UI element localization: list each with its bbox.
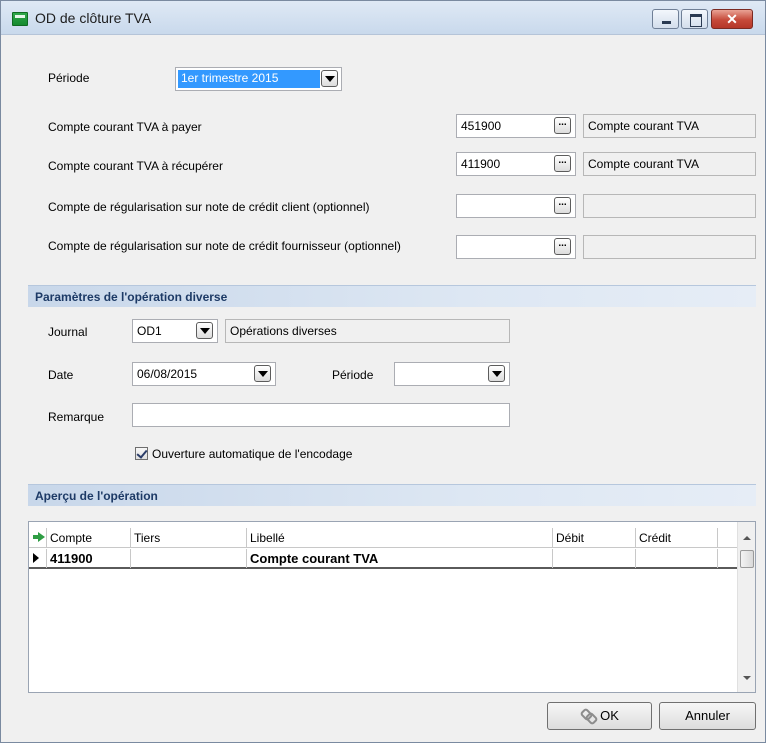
periode-od-label: Période	[332, 368, 374, 382]
regul-fournisseur-label: Compte de régularisation sur note de cré…	[48, 239, 401, 253]
grid-header-indicator	[29, 528, 47, 548]
window-title: OD de clôture TVA	[35, 10, 152, 26]
title-bar[interactable]: OD de clôture TVA ✕	[1, 1, 765, 35]
link-icon	[580, 709, 596, 721]
chevron-down-icon[interactable]	[196, 322, 213, 339]
tva-recuperer-desc-text: Compte courant TVA	[588, 157, 699, 171]
tva-payer-desc-text: Compte courant TVA	[588, 119, 699, 133]
periode-select[interactable]: 1er trimestre 2015	[175, 67, 342, 91]
maximize-button[interactable]	[681, 9, 708, 29]
regul-fournisseur-desc	[583, 235, 756, 259]
cell-compte[interactable]: 411900	[47, 549, 131, 568]
auto-open-checkbox[interactable]	[135, 447, 148, 460]
regul-client-desc	[583, 194, 756, 218]
close-button[interactable]: ✕	[711, 9, 753, 29]
vertical-scrollbar[interactable]	[737, 522, 755, 692]
tva-payer-browse-button[interactable]: ...	[554, 117, 571, 134]
section-parametres: Paramètres de l'opération diverse	[28, 285, 756, 307]
periode-od-select[interactable]	[394, 362, 510, 386]
ok-button[interactable]: OK	[547, 702, 652, 730]
regul-client-browse-button[interactable]: ...	[554, 197, 571, 214]
cell-tiers[interactable]	[131, 549, 247, 568]
tva-recuperer-value: 411900	[461, 157, 501, 171]
date-value: 06/08/2015	[137, 367, 198, 381]
journal-select[interactable]: OD1	[132, 319, 218, 343]
periode-select-value: 1er trimestre 2015	[178, 70, 320, 88]
scroll-down-icon[interactable]	[743, 676, 751, 680]
tva-recuperer-browse-button[interactable]: ...	[554, 155, 571, 172]
cancel-button-label: Annuler	[685, 708, 730, 723]
journal-label: Journal	[48, 325, 88, 339]
preview-grid[interactable]: Compte Tiers Libellé Débit Crédit 411900…	[28, 521, 756, 693]
remarque-label: Remarque	[48, 410, 105, 424]
cell-debit[interactable]	[553, 549, 636, 568]
chevron-down-icon[interactable]	[321, 70, 338, 87]
col-libelle[interactable]: Libellé	[247, 528, 553, 548]
regul-fournisseur-browse-button[interactable]: ...	[554, 238, 571, 255]
col-credit[interactable]: Crédit	[636, 528, 718, 548]
auto-open-label: Ouverture automatique de l'encodage	[152, 447, 353, 461]
scroll-up-icon[interactable]	[743, 536, 751, 540]
col-debit[interactable]: Débit	[553, 528, 636, 548]
journal-desc: Opérations diverses	[225, 319, 510, 343]
date-picker[interactable]: 06/08/2015	[132, 362, 276, 386]
cell-credit[interactable]	[636, 549, 718, 568]
journal-desc-text: Opérations diverses	[230, 324, 337, 338]
app-icon	[12, 12, 28, 26]
row-indicator	[29, 549, 47, 568]
cell-libelle[interactable]: Compte courant TVA	[247, 549, 553, 568]
journal-select-value: OD1	[137, 324, 162, 338]
caret-right-icon	[33, 553, 39, 563]
dialog-window: OD de clôture TVA ✕ Période 1er trimestr…	[0, 0, 766, 743]
close-icon: ✕	[726, 11, 738, 27]
tva-payer-label: Compte courant TVA à payer	[48, 120, 202, 134]
tva-recuperer-desc: Compte courant TVA	[583, 152, 756, 176]
periode-label: Période	[48, 71, 90, 85]
grid-header: Compte Tiers Libellé Débit Crédit	[29, 528, 737, 548]
tva-payer-value: 451900	[461, 119, 502, 133]
minimize-button[interactable]	[652, 9, 679, 29]
tva-payer-desc: Compte courant TVA	[583, 114, 756, 138]
chevron-down-icon[interactable]	[254, 365, 271, 382]
ok-button-label: OK	[600, 708, 619, 723]
tva-recuperer-label: Compte courant TVA à récupérer	[48, 159, 223, 173]
col-compte[interactable]: Compte	[47, 528, 131, 548]
cancel-button[interactable]: Annuler	[659, 702, 756, 730]
date-label: Date	[48, 368, 74, 382]
chevron-down-icon[interactable]	[488, 365, 505, 382]
col-tiers[interactable]: Tiers	[131, 528, 247, 548]
arrow-right-icon	[33, 532, 45, 542]
regul-client-label: Compte de régularisation sur note de cré…	[48, 200, 370, 214]
scroll-thumb[interactable]	[740, 550, 754, 568]
remarque-input[interactable]	[132, 403, 510, 427]
table-row[interactable]: 411900 Compte courant TVA	[29, 549, 737, 569]
section-apercu: Aperçu de l'opération	[28, 484, 756, 506]
